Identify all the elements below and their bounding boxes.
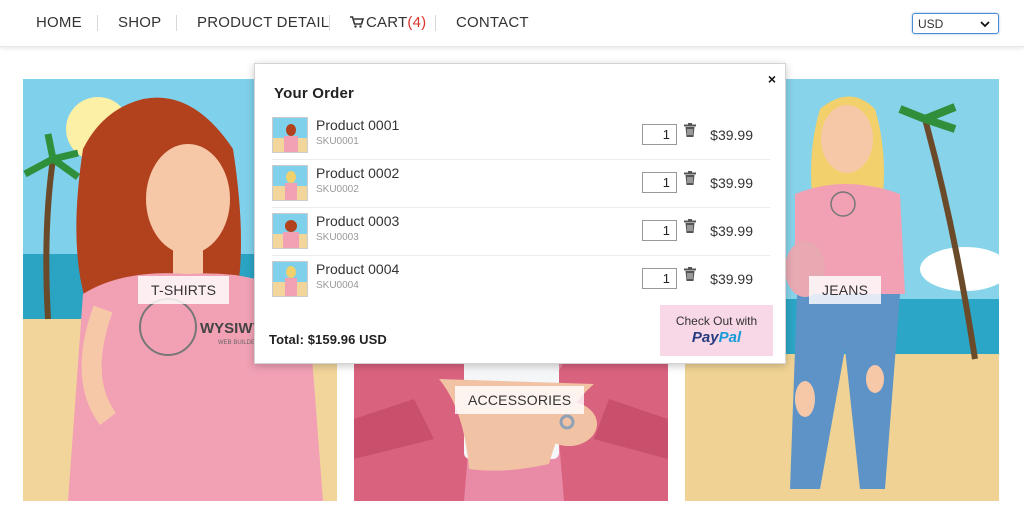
category-label-jeans[interactable]: JEANS (809, 276, 882, 304)
trash-icon[interactable] (684, 123, 696, 142)
nav-divider (97, 15, 98, 31)
order-item-row: Product 0002 SKU0002 1 $39.99 (272, 160, 770, 208)
product-name: Product 0001 (316, 117, 400, 133)
trash-icon[interactable] (684, 171, 696, 190)
quantity-input[interactable]: 1 (642, 220, 677, 241)
nav-divider (329, 15, 330, 31)
quantity-input[interactable]: 1 (642, 172, 677, 193)
quantity-input[interactable]: 1 (642, 124, 677, 145)
order-item-row: Product 0004 SKU0004 1 $39.99 (272, 256, 770, 304)
product-thumbnail (272, 261, 308, 297)
currency-value: USD (918, 17, 944, 31)
order-item-row: Product 0001 SKU0001 1 $39.99 (272, 112, 770, 160)
product-sku: SKU0004 (316, 280, 359, 291)
shopping-cart-icon (350, 15, 365, 32)
product-thumbnail (272, 117, 308, 153)
product-price: $39.99 (710, 127, 753, 143)
nav-cart-label: CART (366, 14, 408, 31)
category-label-accessories[interactable]: ACCESSORIES (455, 386, 585, 414)
product-price: $39.99 (710, 271, 753, 287)
paypal-logo: PayPal (691, 329, 742, 346)
currency-select[interactable]: USD (912, 13, 999, 34)
quantity-input[interactable]: 1 (642, 268, 677, 289)
product-thumbnail (272, 213, 308, 249)
nav-divider (176, 15, 177, 31)
product-sku: SKU0001 (316, 136, 359, 147)
order-popup: × Your Order Product 0001 SKU0001 1 $39.… (254, 63, 786, 364)
product-name: Product 0004 (316, 261, 400, 277)
paypal-checkout-button[interactable]: Check Out with PayPal (660, 305, 773, 356)
product-name: Product 0003 (316, 213, 400, 229)
product-thumbnail (272, 165, 308, 201)
nav-product-detail-link[interactable]: PRODUCT DETAIL (197, 14, 329, 31)
cart-count-badge: (4) (407, 14, 427, 31)
nav-divider (435, 15, 436, 31)
trash-icon[interactable] (684, 267, 696, 286)
category-label-tshirts[interactable]: T-SHIRTS (138, 276, 230, 304)
nav-contact-link[interactable]: CONTACT (456, 14, 529, 31)
close-icon[interactable]: × (768, 71, 776, 87)
order-item-row: Product 0003 SKU0003 1 $39.99 (272, 208, 770, 256)
product-price: $39.99 (710, 175, 753, 191)
nav-cart-link[interactable]: CART(4) (350, 14, 426, 32)
product-name: Product 0002 (316, 165, 400, 181)
product-sku: SKU0002 (316, 184, 359, 195)
chevron-down-icon (980, 17, 990, 31)
nav-home-link[interactable]: HOME (36, 14, 82, 31)
order-title: Your Order (274, 85, 355, 102)
product-price: $39.99 (710, 223, 753, 239)
trash-icon[interactable] (684, 219, 696, 238)
order-total: Total: $159.96 USD (269, 332, 387, 347)
top-navigation: HOME SHOP PRODUCT DETAIL CART(4) CONTACT… (0, 0, 1024, 47)
nav-shop-link[interactable]: SHOP (118, 14, 161, 31)
product-sku: SKU0003 (316, 232, 359, 243)
checkout-label: Check Out with (675, 314, 758, 328)
